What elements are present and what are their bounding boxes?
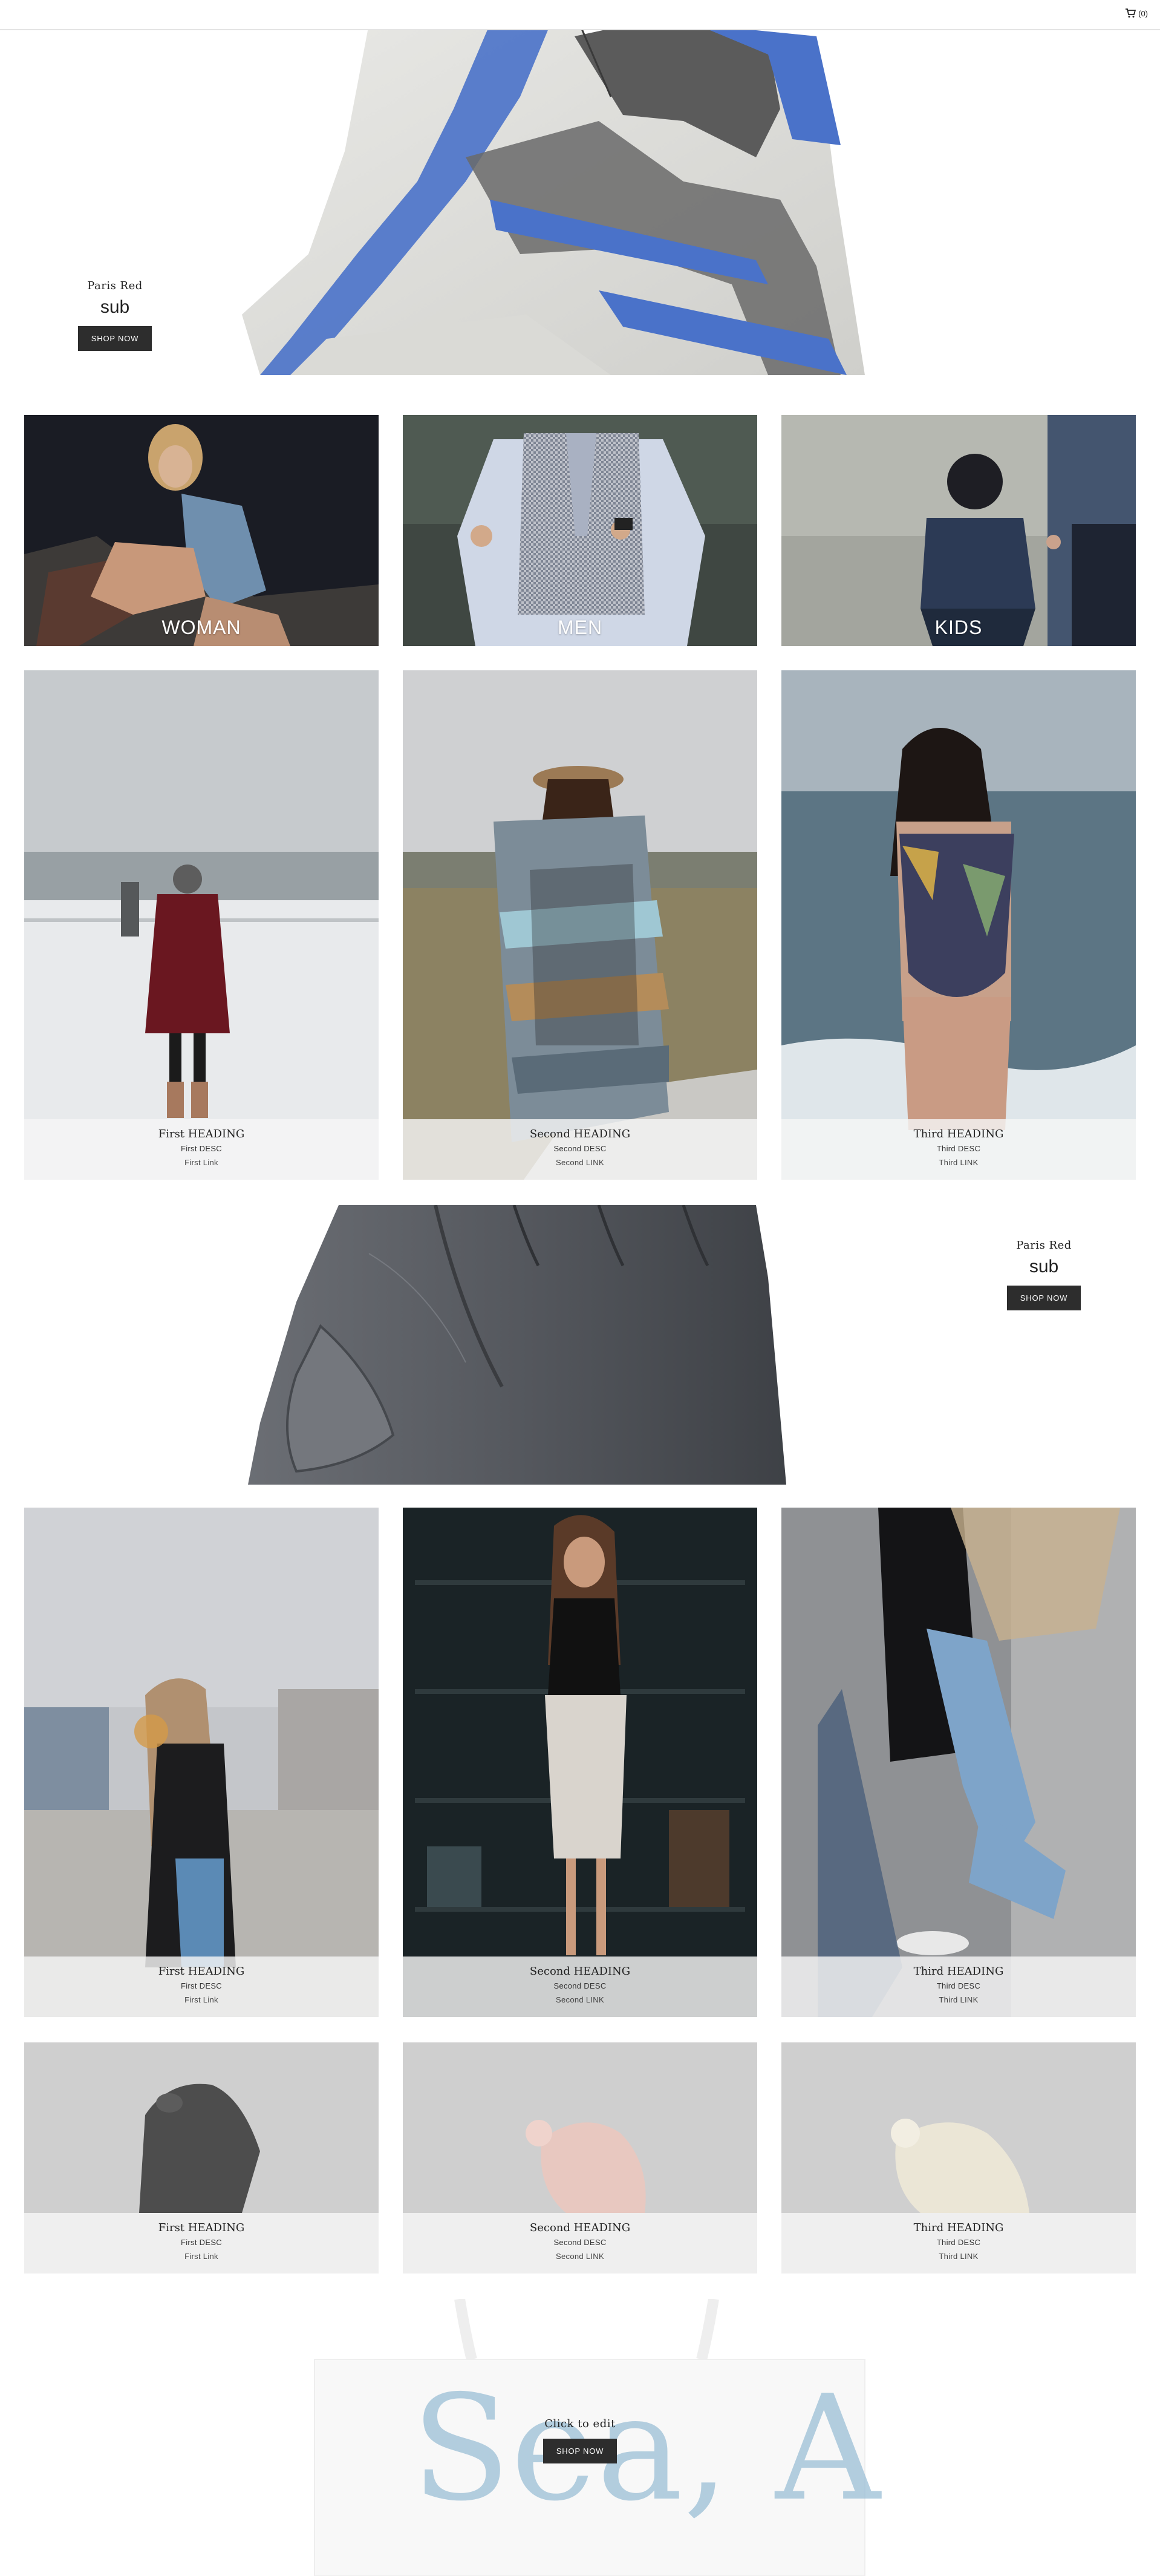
product-info: First HEADING First DESC First Link [24, 1119, 379, 1180]
product-photo-shelves [403, 1508, 757, 2017]
hero-banner-tote: Sea, Air Click to edit SHOP NOW [0, 2299, 1160, 2576]
hero-cta: Paris Red sub SHOP NOW [989, 1239, 1098, 1310]
category-label-kids: KIDS [934, 616, 983, 638]
product-heading: Third HEADING [913, 2221, 1004, 2234]
scarf-image [242, 30, 865, 375]
product-link[interactable]: Third LINK [781, 1158, 1136, 1167]
product-link[interactable]: Second LINK [403, 2252, 757, 2261]
top-bar: (0) [0, 0, 1160, 30]
category-tile-woman[interactable]: WOMAN [24, 415, 379, 646]
product-desc: Third DESC [936, 1981, 981, 1990]
product-desc: First DESC [181, 1144, 222, 1153]
product-info: Third HEADING Third DESC Third LINK [781, 1957, 1136, 2017]
product-desc: Third DESC [936, 1144, 981, 1153]
product-heading: Third HEADING [913, 1128, 1004, 1140]
product-heading: Third HEADING [913, 1965, 1004, 1978]
shop-now-button[interactable]: SHOP NOW [1006, 1286, 1081, 1310]
product-info: First HEADING First DESC First Link [24, 1957, 379, 2017]
product-link[interactable]: Second LINK [403, 1158, 757, 1167]
product-photo-wall [781, 1508, 1136, 2017]
product-card-1[interactable]: First HEADING First DESC First Link [24, 670, 379, 1180]
product-card-2[interactable]: Second HEADING Second DESC Second LINK [403, 670, 757, 1180]
kids-photo [781, 415, 1136, 646]
product-heading: Second HEADING [529, 1128, 631, 1140]
product-link[interactable]: Second LINK [403, 1995, 757, 2004]
product-heading: First HEADING [158, 2221, 245, 2234]
product-desc: First DESC [181, 2238, 222, 2247]
category-label-woman: WOMAN [161, 616, 241, 638]
product-desc: Third DESC [936, 2238, 981, 2247]
hero-subtitle: sub [1029, 1257, 1059, 1277]
product-link[interactable]: Third LINK [781, 2252, 1136, 2261]
cart-icon [1126, 8, 1136, 18]
product-desc: First DESC [181, 1981, 222, 1990]
product-photo-sea [781, 670, 1136, 1180]
hero-banner-scarf: Paris Red sub SHOP NOW [0, 30, 1160, 391]
hero-subtitle: sub [100, 297, 130, 317]
product-info: Third HEADING Third DESC Third LINK [781, 2213, 1136, 2274]
woman-photo [24, 415, 379, 646]
product-heading: Second HEADING [529, 1965, 631, 1978]
product-photo-field [403, 670, 757, 1180]
product-heading: First HEADING [158, 1965, 245, 1978]
product-link[interactable]: First Link [24, 1995, 379, 2004]
product-card-3[interactable]: Third HEADING Third DESC Third LINK [781, 670, 1136, 1180]
product-desc: Second DESC [553, 1981, 607, 1990]
hero-cta: Paris Red sub SHOP NOW [60, 280, 169, 351]
cart-button[interactable]: (0) [1125, 8, 1148, 18]
hero-title[interactable]: Click to edit [520, 2417, 640, 2430]
bag-print-text: Sea, Air [411, 2364, 883, 2533]
product-info: Third HEADING Third DESC Third LINK [781, 1119, 1136, 1180]
product-card-9[interactable]: Third HEADING Third DESC Third LINK [781, 2042, 1136, 2274]
product-photo-harbor [24, 1508, 379, 2017]
shop-now-button[interactable]: SHOP NOW [77, 326, 152, 351]
product-desc: Second DESC [553, 2238, 607, 2247]
product-heading: Second HEADING [529, 2221, 631, 2234]
product-card-6[interactable]: Third HEADING Third DESC Third LINK [781, 1508, 1136, 2017]
product-info: Second HEADING Second DESC Second LINK [403, 1957, 757, 2017]
product-card-4[interactable]: First HEADING First DESC First Link [24, 1508, 379, 2017]
product-card-7[interactable]: First HEADING First DESC First Link [24, 2042, 379, 2274]
product-link[interactable]: Third LINK [781, 1995, 1136, 2004]
cart-count: (0) [1138, 8, 1148, 18]
product-link[interactable]: First Link [24, 2252, 379, 2261]
product-info: Second HEADING Second DESC Second LINK [403, 2213, 757, 2274]
category-label-men: MEN [557, 616, 603, 638]
product-info: First HEADING First DESC First Link [24, 2213, 379, 2274]
category-tile-kids[interactable]: KIDS [781, 415, 1136, 646]
product-info: Second HEADING Second DESC Second LINK [403, 1119, 757, 1180]
product-photo-snow [24, 670, 379, 1180]
product-card-5[interactable]: Second HEADING Second DESC Second LINK [403, 1508, 757, 2017]
shop-now-button[interactable]: SHOP NOW [543, 2439, 617, 2463]
hero-cta: Click to edit SHOP NOW [520, 2417, 640, 2463]
product-card-8[interactable]: Second HEADING Second DESC Second LINK [403, 2042, 757, 2274]
hero-brand: Paris Red [1016, 1239, 1072, 1252]
product-heading: First HEADING [158, 1128, 245, 1140]
product-desc: Second DESC [553, 1144, 607, 1153]
men-photo [403, 415, 757, 646]
glove-image [248, 1205, 786, 1485]
hero-brand: Paris Red [87, 280, 143, 292]
hero-banner-glove: Paris Red sub SHOP NOW [0, 1205, 1160, 1485]
product-link[interactable]: First Link [24, 1158, 379, 1167]
category-tile-men[interactable]: MEN [403, 415, 757, 646]
